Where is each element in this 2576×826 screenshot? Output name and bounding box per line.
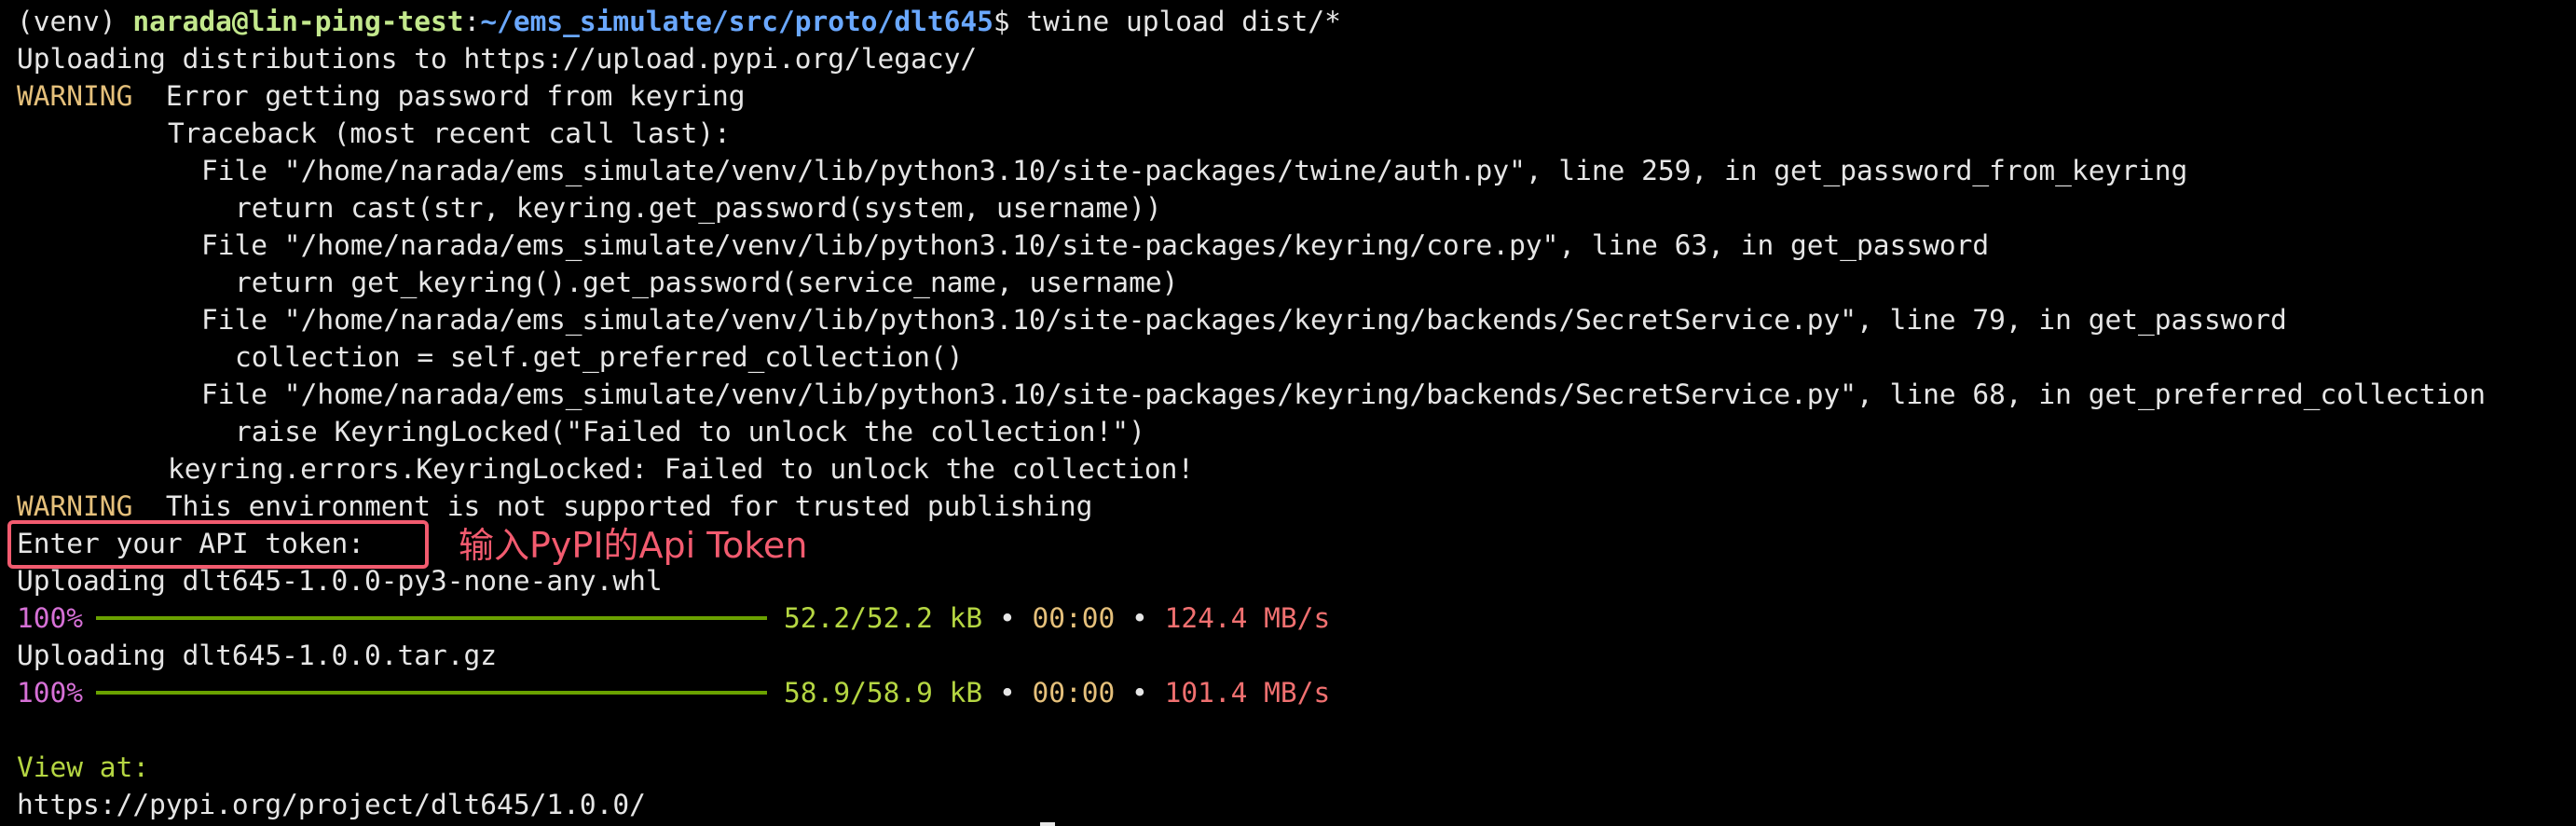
traceback-code-line: return cast(str, keyring.get_password(sy… — [235, 192, 1162, 224]
traceback-file-line: File "/home/narada/ems_simulate/venv/lib… — [201, 379, 2486, 410]
prompt-path: ~/ems_simulate/src/proto/dlt645 — [480, 6, 993, 37]
venv-indicator: (venv) — [17, 6, 133, 37]
api-token-highlight-box — [7, 520, 429, 569]
bullet-separator: • — [982, 602, 1033, 634]
progress-rate: 101.4 MB/s — [1164, 677, 1331, 709]
progress-eta: 00:00 — [1032, 677, 1116, 709]
warning-message: This environment is not supported for tr… — [132, 490, 1093, 522]
traceback-header: Traceback (most recent call last): — [168, 117, 731, 149]
traceback-file-line: File "/home/narada/ems_simulate/venv/lib… — [201, 229, 1990, 261]
prompt-line: (venv) narada@lin-ping-test:~/ems_simula… — [17, 3, 1341, 40]
progress-sizes: 58.9/58.9 kB — [784, 677, 983, 709]
warning-keyring-line: WARNING Error getting password from keyr… — [17, 77, 745, 115]
warning-message: Error getting password from keyring — [132, 80, 746, 112]
traceback-code-line: collection = self.get_preferred_collecti… — [235, 341, 964, 373]
progress-rate: 124.4 MB/s — [1164, 602, 1331, 634]
annotation-label: 输入PyPI的Api Token — [459, 525, 808, 566]
progress-eta: 00:00 — [1032, 602, 1116, 634]
terminal-window[interactable]: (venv) narada@lin-ping-test:~/ems_simula… — [0, 0, 2576, 826]
warning-label: WARNING — [17, 490, 133, 522]
bullet-separator: • — [1115, 677, 1165, 709]
project-url-link[interactable]: https://pypi.org/project/dlt645/1.0.0/ — [17, 786, 646, 823]
upload-tarball-label: Uploading dlt645-1.0.0.tar.gz — [17, 640, 498, 671]
traceback-file-line: File "/home/narada/ems_simulate/venv/lib… — [201, 155, 2188, 186]
progress-percent: 100% — [17, 602, 84, 634]
traceback-code-line: return get_keyring().get_password(servic… — [235, 267, 1179, 298]
uploading-distributions-line: Uploading distributions to https://uploa… — [17, 43, 978, 75]
progress-sizes: 52.2/52.2 kB — [784, 602, 983, 634]
upload-tarball-progress: 100% 58.9/58.9 kB • 00:00 • 101.4 MB/s — [17, 674, 1330, 711]
progress-bar — [96, 690, 768, 695]
prompt-colon: : — [463, 6, 481, 37]
warning-label: WARNING — [17, 80, 133, 112]
view-at-label: View at: — [17, 751, 150, 783]
traceback-code-line: raise KeyringLocked("Failed to unlock th… — [235, 416, 1145, 447]
upload-wheel-progress: 100% 52.2/52.2 kB • 00:00 • 124.4 MB/s — [17, 599, 1330, 637]
bullet-separator: • — [982, 677, 1033, 709]
warning-trusted-publishing-line: WARNING This environment is not supporte… — [17, 488, 1092, 525]
traceback-file-line: File "/home/narada/ems_simulate/venv/lib… — [201, 304, 2287, 336]
progress-bar — [96, 615, 768, 620]
bullet-separator: • — [1115, 602, 1165, 634]
terminal-cursor — [1040, 822, 1055, 826]
prompt-command: $ twine upload dist/* — [993, 6, 1341, 37]
keyring-error-line: keyring.errors.KeyringLocked: Failed to … — [168, 453, 1195, 485]
progress-percent: 100% — [17, 677, 84, 709]
prompt-user-host: narada@lin-ping-test — [132, 6, 464, 37]
